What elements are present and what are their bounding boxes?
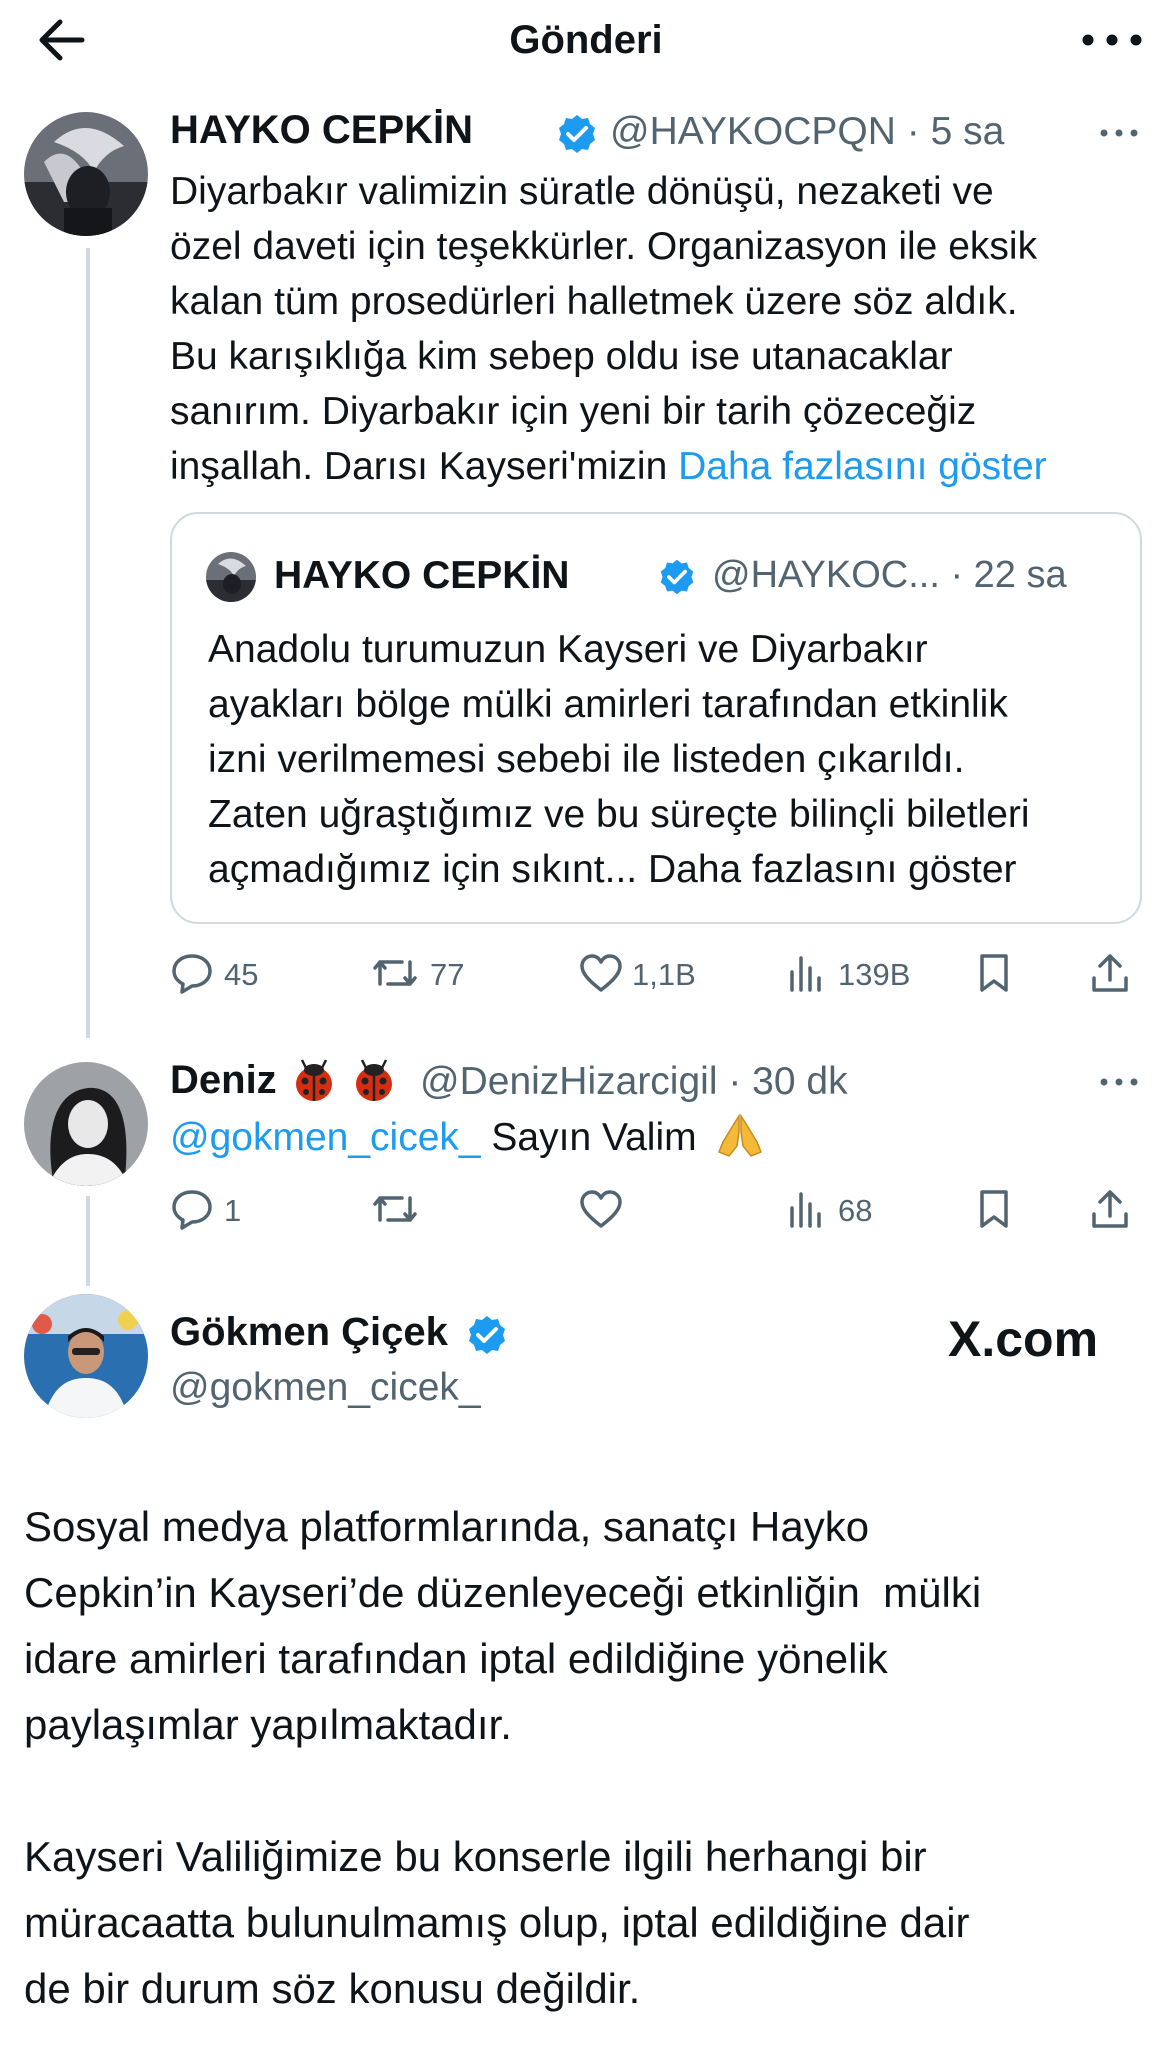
tweet-more-icon[interactable]: [1098, 1072, 1140, 1092]
reply-button[interactable]: 45: [170, 948, 280, 998]
thread-line: [86, 1196, 90, 1286]
retweet-icon: [373, 1196, 417, 1222]
text-line: Kayseri Valiliğimize bu konserle ilgili …: [24, 1833, 927, 1880]
timestamp[interactable]: · 30 dk: [728, 1060, 847, 1103]
text-line: paylaşımlar yapılmaktadır.: [24, 1701, 512, 1748]
quoted-tweet-card[interactable]: HAYKO CEPKİN @HAYKOC... · 22 sa Anadolu …: [170, 512, 1142, 924]
verified-badge-icon: [658, 558, 696, 596]
text-line: sanırım. Diyarbakır için yeni bir tarih …: [170, 390, 977, 433]
page-title: Gönderi: [509, 18, 663, 62]
quote-author-name: HAYKO CEPKİN: [274, 554, 570, 597]
text-line: inşallah. Darısı Kayseri'mizin Daha fazl…: [170, 439, 1160, 494]
author-handle: @gokmen_cicek_: [170, 1366, 481, 1409]
bookmark-icon: [980, 954, 1008, 992]
tweet-actions: 45 77 1,1B 139B: [170, 948, 1140, 998]
text-line: özel daveti için teşekkürler. Organizasy…: [170, 225, 1038, 268]
like-button[interactable]: 1,1B: [578, 948, 698, 998]
tweet-more-icon[interactable]: [1098, 123, 1140, 143]
avatar[interactable]: [24, 1062, 148, 1186]
retweet-button[interactable]: 77: [370, 948, 490, 998]
views-count: 68: [838, 1193, 873, 1228]
bookmark-button[interactable]: [974, 948, 1016, 998]
share-icon: [1092, 954, 1128, 992]
avatar[interactable]: [24, 1294, 148, 1418]
ladybug-icon: [350, 1056, 398, 1104]
text-line: kalan tüm prosedürleri halletmek üzere s…: [170, 280, 1018, 323]
show-more-link[interactable]: Daha fazlasını göster: [678, 445, 1047, 488]
reply-button[interactable]: 1: [170, 1184, 270, 1234]
author-handle: @DenizHizarcigil · 30 dk: [420, 1060, 848, 1104]
text-line: ayakları bölge mülki amirleri tarafından…: [208, 683, 1008, 726]
retweet-button[interactable]: [370, 1184, 430, 1234]
text-line: müracaatta bulunulmamış olup, iptal edil…: [24, 1899, 970, 1946]
like-button[interactable]: [578, 1184, 638, 1234]
thread-line: [86, 248, 90, 1038]
heart-icon: [580, 954, 622, 992]
text-line: Anadolu turumuzun Kayseri ve Diyarbakır: [208, 628, 928, 671]
reply-icon: [172, 1190, 212, 1230]
tweet-text: Diyarbakır valimizin süratle dönüşü, nez…: [170, 164, 1160, 494]
verified-badge-icon: [466, 1314, 508, 1356]
text-line: Bu karışıklığa kim sebep oldu ise utanac…: [170, 335, 953, 378]
heart-icon: [580, 1190, 622, 1228]
handle-text: @DenizHizarcigil: [420, 1060, 718, 1103]
text-line: Zaten uğraştığımız ve bu süreçte bilinçl…: [208, 793, 1030, 836]
text-line: idare amirleri tarafından iptal edildiği…: [24, 1635, 888, 1682]
author-handle: @HAYKOCPQN · 5 sa: [610, 110, 1004, 154]
text-line: de bir durum söz konusu değildir.: [24, 1965, 641, 2012]
author-name[interactable]: Gökmen Çiçek: [170, 1310, 448, 1355]
views-icon: [790, 1192, 821, 1228]
retweet-count: 77: [430, 957, 465, 992]
quote-avatar: [206, 552, 256, 602]
reply-count: 45: [224, 957, 259, 992]
text-line: Sosyal medya platformlarında, sanatçı Ha…: [24, 1503, 870, 1550]
reply-count: 1: [224, 1193, 242, 1228]
tweet-text: @gokmen_cicek_ Sayın Valim: [170, 1110, 1070, 1165]
retweet-icon: [373, 960, 417, 986]
top-bar: Gönderi: [0, 0, 1172, 80]
x-brand-logo: X.com: [948, 1311, 1099, 1367]
tweet-text: Sosyal medya platformlarında, sanatçı Ha…: [24, 1494, 1154, 2022]
share-button[interactable]: [1088, 1184, 1134, 1234]
author-name[interactable]: HAYKO CEPKİN: [170, 108, 473, 153]
text-line: izni verilmemesi sebebi ile listeden çık…: [208, 738, 965, 781]
text-line: açmadığımız için sıkınt... Daha fazlasın…: [208, 848, 1017, 891]
more-dots-icon[interactable]: [1074, 14, 1150, 66]
author-name[interactable]: Deniz: [170, 1058, 277, 1103]
reply-text: Sayın Valim: [480, 1116, 697, 1159]
folded-hands-icon: [715, 1112, 765, 1158]
text-line: Diyarbakır valimizin süratle dönüşü, nez…: [170, 170, 994, 213]
bookmark-icon: [980, 1190, 1008, 1228]
like-count: 1,1B: [632, 957, 696, 992]
tweet-actions: 1 68: [170, 1184, 1140, 1234]
mention-link[interactable]: @gokmen_cicek_: [170, 1116, 481, 1159]
handle-text: @HAYKOCPQN: [610, 110, 896, 153]
verified-badge-icon: [556, 113, 598, 155]
ladybug-icon: [290, 1056, 338, 1104]
bookmark-button[interactable]: [974, 1184, 1016, 1234]
views-icon: [790, 956, 821, 992]
avatar[interactable]: [24, 112, 148, 236]
text-line: Cepkin’in Kayseri’de düzenleyeceği etkin…: [24, 1569, 982, 1616]
quote-author-handle: @HAYKOC... · 22 sa: [712, 554, 1067, 596]
quote-text: Anadolu turumuzun Kayseri ve Diyarbakır …: [208, 622, 1118, 897]
text-line: inşallah. Darısı Kayseri'mizin: [170, 445, 679, 488]
reply-icon: [172, 954, 212, 994]
timestamp[interactable]: · 5 sa: [907, 110, 1005, 153]
views-button[interactable]: 139B: [784, 948, 924, 998]
share-button[interactable]: [1088, 948, 1134, 998]
views-count: 139B: [838, 957, 911, 992]
share-icon: [1092, 1190, 1128, 1228]
views-button[interactable]: 68: [784, 1184, 904, 1234]
